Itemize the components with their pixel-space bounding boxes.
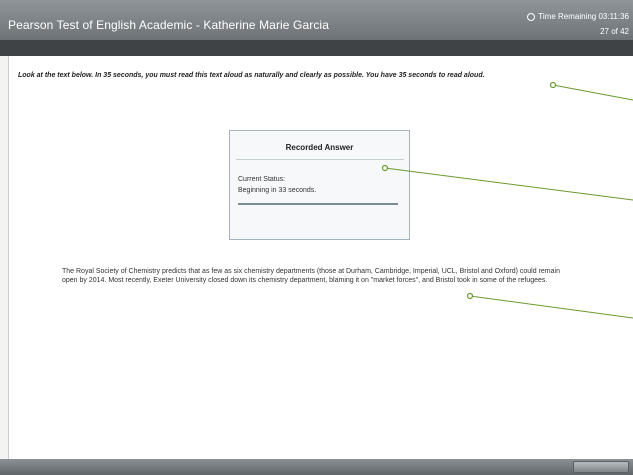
reading-passage: The Royal Society of Chemistry predicts … <box>62 268 560 284</box>
recording-progress-track <box>238 203 398 205</box>
app-title: Pearson Test of English Academic - Kathe… <box>8 18 329 32</box>
page-counter: 27 of 42 <box>600 27 629 36</box>
time-remaining: Time Remaining 03:11:36 <box>527 12 629 21</box>
next-button[interactable] <box>573 461 629 473</box>
content-panel <box>8 56 633 459</box>
task-instruction: Look at the text below. In 35 seconds, y… <box>18 72 485 79</box>
header-divider-band <box>0 40 633 56</box>
recorder-title: Recorded Answer <box>285 143 354 152</box>
time-remaining-text: Time Remaining 03:11:36 <box>538 12 629 21</box>
bottom-bar <box>0 459 633 475</box>
clock-icon <box>527 12 536 21</box>
recorder-status-value: Beginning in 33 seconds. <box>238 187 317 194</box>
recorded-answer-box: Recorded Answer Current Status: Beginnin… <box>229 130 410 240</box>
recorder-divider <box>236 159 404 160</box>
title-bar: Pearson Test of English Academic - Kathe… <box>0 0 633 40</box>
recorder-status-label: Current Status: <box>238 176 286 183</box>
